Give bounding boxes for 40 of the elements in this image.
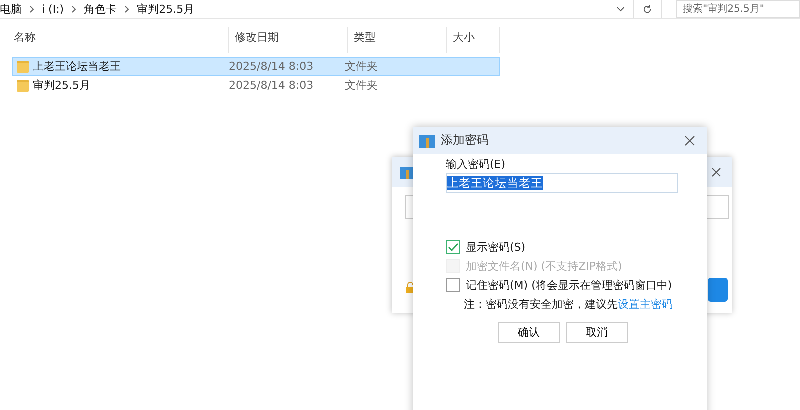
type-cell-text: 文件夹 [344, 78, 379, 93]
search-field[interactable]: 搜索"审判25.5月" [676, 0, 800, 18]
refresh-icon[interactable] [642, 4, 652, 14]
setup-link[interactable]: 设置主密码 [618, 298, 673, 311]
selected-row[interactable]: 上老王论坛当老王 2025/8/14 8:03 文件夹 [12, 57, 500, 76]
chevron-right-icon [72, 6, 76, 12]
field-label: 输入密码(E) [446, 157, 507, 172]
checkbox[interactable] [446, 278, 460, 292]
chevron-down-icon[interactable] [617, 6, 625, 12]
type-cell-text: 文件夹 [344, 59, 379, 74]
folder-icon [17, 60, 29, 72]
column-header[interactable]: 名称 [8, 27, 229, 53]
breadcrumb-item[interactable]: 电脑 [0, 2, 22, 16]
note-text: 注：密码没有安全加密，建议先 [464, 298, 618, 311]
column-header[interactable]: 修改日期 [229, 27, 348, 53]
password-field[interactable]: 上老王论坛当老王 [446, 173, 678, 193]
column-header[interactable]: 类型 [348, 27, 447, 53]
checkbox[interactable] [446, 240, 460, 254]
chevron-right-icon [125, 6, 130, 12]
chevron-right-icon [30, 6, 34, 12]
file-name: 审判25.5月 [33, 78, 90, 93]
column-header[interactable]: 大小 [447, 27, 500, 53]
breadcrumb-item[interactable]: 审判25.5月 [137, 2, 195, 16]
archive-icon [400, 166, 414, 179]
close-icon[interactable] [685, 136, 695, 146]
checkbox-label: 显示密码(S) [466, 240, 526, 254]
archive-icon [419, 134, 435, 148]
dialog-title: 添加密码 [441, 132, 489, 149]
folder-icon [17, 80, 29, 92]
date-cell-text: 2025/8/14 8:03 [228, 79, 315, 92]
confirm-button[interactable]: 确认 [498, 322, 560, 343]
breadcrumb-item[interactable]: 角色卡 [84, 2, 118, 16]
close-icon[interactable] [712, 168, 721, 177]
breadcrumb-item[interactable]: i (I:) [42, 2, 64, 16]
file-row[interactable]: 审判25.5月 2025/8/14 8:03 文件夹 [12, 76, 500, 95]
checkbox-label: 记住密码(M) (将会显示在管理密码窗口中) [466, 278, 672, 292]
file-name: 上老王论坛当老王 [33, 59, 121, 74]
cancel-button[interactable]: 取消 [566, 322, 628, 343]
date-cell-text: 2025/8/14 8:03 [228, 60, 315, 73]
checkbox-label: 加密文件名(N) (不支持ZIP格式) [466, 258, 622, 274]
